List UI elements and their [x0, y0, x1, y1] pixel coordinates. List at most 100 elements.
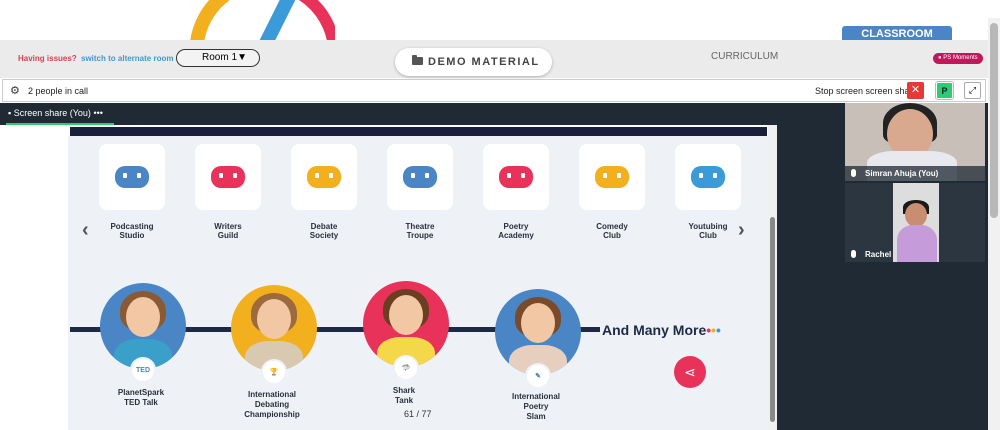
- robot-icon: [595, 166, 629, 188]
- club-label: Writers Guild: [195, 222, 261, 240]
- club-label-line1: Writers: [214, 222, 242, 231]
- demo-material-button[interactable]: DEMO MATERIAL: [395, 48, 552, 76]
- robot-icon: [307, 166, 341, 188]
- page-indicator: 61 / 77: [404, 409, 432, 419]
- club-label-line1: Debate: [310, 222, 338, 231]
- avatar-face: [126, 297, 160, 337]
- participant-name: Rachel: [865, 250, 892, 259]
- avatar-face: [257, 299, 291, 339]
- program-label: PlanetSpark TED Talk: [96, 388, 186, 408]
- program-label-line2: Poetry: [523, 402, 549, 411]
- club-icon-card: [99, 144, 165, 210]
- club-label: Youtubing Club: [675, 222, 741, 240]
- club-label: Debate Society: [291, 222, 357, 240]
- club-label-line1: Podcasting: [110, 222, 154, 231]
- club-label-line2: Club: [603, 231, 621, 240]
- club-label: Podcasting Studio: [99, 222, 165, 240]
- robot-icon: [115, 166, 149, 188]
- robot-icon: [403, 166, 437, 188]
- switch-room-link[interactable]: switch to alternate room: [81, 54, 173, 63]
- expand-icon[interactable]: ⤢: [964, 82, 981, 99]
- club-label: Comedy Club: [579, 222, 645, 240]
- top-banner: CLASSROOM: [0, 0, 1000, 40]
- club-label-line2: Troupe: [406, 231, 434, 240]
- ps-moments-button[interactable]: ● PS Moments: [933, 53, 983, 64]
- club-label-line2: Club: [699, 231, 717, 240]
- and-many-more-text: And Many More: [602, 322, 707, 338]
- demo-material-label: DEMO MATERIAL: [428, 56, 540, 68]
- gear-icon[interactable]: ⚙: [10, 84, 20, 97]
- shared-screen: ‹ › Podcasting Studio Writers Guild Debate So…: [0, 125, 777, 430]
- microphone-icon: [851, 250, 856, 258]
- program-label: International Debating Championship: [227, 390, 317, 420]
- program-label: International Poetry Slam: [491, 392, 581, 422]
- club-label: Theatre Troupe: [387, 222, 453, 240]
- participant-name-bar: Rachel: [845, 247, 985, 262]
- participant-video[interactable]: Simran Ahuja (You): [845, 103, 985, 181]
- curriculum-tab[interactable]: CURRICULUM: [711, 51, 778, 62]
- program-badge-icon: 🏆: [261, 359, 287, 385]
- slide-top-bar: [70, 127, 767, 136]
- avatar-face: [389, 295, 423, 335]
- folder-icon: [412, 55, 423, 65]
- program-label: Shark Tank: [359, 386, 449, 406]
- club-icon-card: [675, 144, 741, 210]
- classroom-tab[interactable]: CLASSROOM: [842, 26, 952, 40]
- participant-face: [905, 203, 927, 227]
- brand-decoration: [190, 0, 335, 40]
- club-label-line2: Society: [309, 231, 339, 240]
- page-scrollbar-thumb[interactable]: [990, 23, 998, 218]
- club-label-line2: Studio: [119, 231, 145, 240]
- p-button[interactable]: P: [935, 81, 954, 100]
- call-stage: ▪ Screen share (You) ••• ‹ › Podcasting S…: [0, 103, 988, 430]
- screen-share-label: Screen share (You): [13, 108, 91, 118]
- club-icon-card: [291, 144, 357, 210]
- club-card: Poetry Academy: [483, 144, 549, 240]
- chevron-left-icon[interactable]: ‹: [82, 219, 89, 242]
- club-icon-card: [483, 144, 549, 210]
- club-label-line2: Academy: [498, 231, 534, 240]
- club-label-line1: Theatre: [405, 222, 435, 231]
- club-card: Writers Guild: [195, 144, 261, 240]
- participant-name-bar: Simran Ahuja (You): [845, 166, 985, 181]
- call-bar: ⚙ 2 people in call Stop screen screen sh…: [2, 79, 986, 102]
- club-card: Podcasting Studio: [99, 144, 165, 240]
- share-icon[interactable]: ⋖: [674, 356, 706, 388]
- program-label-line1: Shark: [392, 386, 416, 395]
- program-label-line1: PlanetSpark: [117, 388, 165, 397]
- program-badge-icon: 🦈: [393, 355, 419, 381]
- and-many-more: And Many More•••: [602, 322, 721, 338]
- room-select[interactable]: Room 1 ▼: [176, 49, 260, 67]
- microphone-icon: [851, 169, 856, 177]
- page-scrollbar[interactable]: [988, 18, 1000, 430]
- robot-icon: [211, 166, 245, 188]
- shared-scrollbar[interactable]: [768, 125, 777, 430]
- program-label-line1: International: [511, 392, 560, 401]
- screen-icon: ▪: [8, 108, 12, 118]
- screen-share-tab[interactable]: ▪ Screen share (You) •••: [8, 108, 103, 118]
- close-icon[interactable]: ✕: [907, 82, 924, 99]
- program-label-line2: Tank: [394, 396, 414, 405]
- club-icon-card: [195, 144, 261, 210]
- dot-blue: •: [716, 322, 721, 338]
- club-icon-card: [387, 144, 453, 210]
- participant-video[interactable]: Rachel: [845, 183, 985, 262]
- room-toolbar: Having issues? switch to alternate room …: [0, 40, 988, 78]
- program-label-line3: Championship: [244, 410, 300, 419]
- chevron-down-icon: ▼: [237, 52, 247, 63]
- avatar-face: [521, 303, 555, 343]
- club-label-line1: Comedy: [596, 222, 628, 231]
- club-label-line1: Poetry: [503, 222, 529, 231]
- club-card: Comedy Club: [579, 144, 645, 240]
- club-card: Theatre Troupe: [387, 144, 453, 240]
- more-icon[interactable]: •••: [93, 108, 102, 118]
- people-in-call: 2 people in call: [28, 86, 89, 96]
- robot-icon: [691, 166, 725, 188]
- program-label-line2: Debating: [254, 400, 290, 409]
- club-card: Youtubing Club: [675, 144, 741, 240]
- program-label-line2: TED Talk: [124, 398, 158, 407]
- ps-moments-label: PS Moments: [943, 55, 978, 61]
- scrollbar-thumb[interactable]: [770, 217, 775, 422]
- club-label-line2: Guild: [217, 231, 239, 240]
- program-badge-icon: TED: [130, 357, 156, 383]
